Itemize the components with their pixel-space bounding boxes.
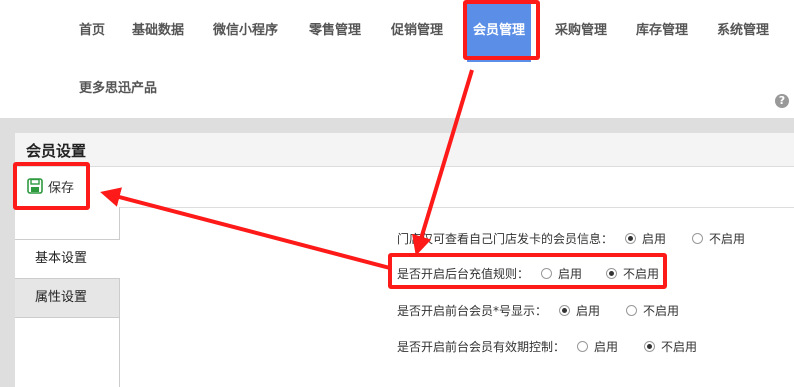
arrow-to-save-button: [100, 187, 391, 270]
annotation-arrows: [100, 69, 474, 270]
arrow-to-recharge-rule: [412, 69, 474, 256]
